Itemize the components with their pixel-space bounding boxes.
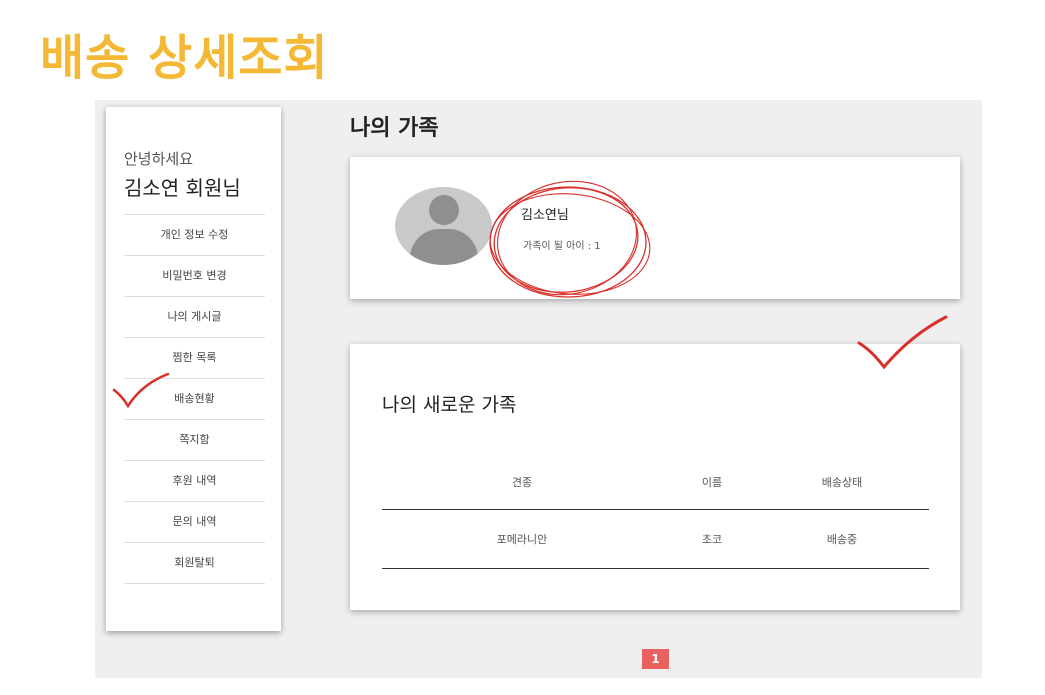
profile-card: 김소연님 가족이 될 아이 : 1 xyxy=(350,157,960,299)
slide-title: 배송 상세조회 xyxy=(40,30,329,86)
sidebar-item-withdraw[interactable]: 회원탈퇴 xyxy=(124,543,265,584)
cell-name: 초코 xyxy=(701,533,723,546)
family-count: 가족이 될 아이 : 1 xyxy=(523,241,601,252)
new-family-title: 나의 새로운 가족 xyxy=(382,394,517,416)
sidebar: 안녕하세요 김소연 회원님 개인 정보 수정 비밀번호 변경 나의 게시글 찜한… xyxy=(106,107,281,631)
user-name: 김소연 회원님 xyxy=(124,176,241,200)
sidebar-item-edit-profile[interactable]: 개인 정보 수정 xyxy=(124,215,265,256)
header-name: 이름 xyxy=(701,475,723,489)
new-family-card: 나의 새로운 가족 견종 이름 배송상태 포메라니안 초코 배송중 xyxy=(350,344,960,610)
header-breed: 견종 xyxy=(511,475,533,489)
sidebar-item-delivery-status[interactable]: 배송현황 xyxy=(124,379,265,420)
sidebar-item-change-password[interactable]: 비밀번호 변경 xyxy=(124,256,265,297)
sidebar-item-my-posts[interactable]: 나의 게시글 xyxy=(124,297,265,338)
header-status: 배송상태 xyxy=(821,475,863,489)
table-row[interactable]: 포메라니안 초코 배송중 xyxy=(382,510,929,569)
cell-status: 배송중 xyxy=(826,533,858,546)
sidebar-item-inquiries[interactable]: 문의 내역 xyxy=(124,502,265,543)
app-screen: 안녕하세요 김소연 회원님 개인 정보 수정 비밀번호 변경 나의 게시글 찜한… xyxy=(95,100,982,678)
greeting-text: 안녕하세요 xyxy=(124,150,194,168)
avatar-body xyxy=(410,229,478,265)
sidebar-menu: 개인 정보 수정 비밀번호 변경 나의 게시글 찜한 목록 배송현황 쪽지함 후… xyxy=(124,214,265,584)
delivery-table: 견종 이름 배송상태 포메라니안 초코 배송중 xyxy=(382,454,929,569)
table-header-row: 견종 이름 배송상태 xyxy=(382,454,929,510)
page-title: 나의 가족 xyxy=(350,116,439,141)
profile-name: 김소연님 xyxy=(521,208,569,223)
sidebar-item-wishlist[interactable]: 찜한 목록 xyxy=(124,338,265,379)
sidebar-item-messages[interactable]: 쪽지함 xyxy=(124,420,265,461)
sidebar-item-donations[interactable]: 후원 내역 xyxy=(124,461,265,502)
cell-breed: 포메라니안 xyxy=(496,533,548,546)
avatar-icon xyxy=(395,187,492,265)
avatar-head xyxy=(429,195,459,225)
pagination-page-button[interactable]: 1 xyxy=(642,649,669,669)
